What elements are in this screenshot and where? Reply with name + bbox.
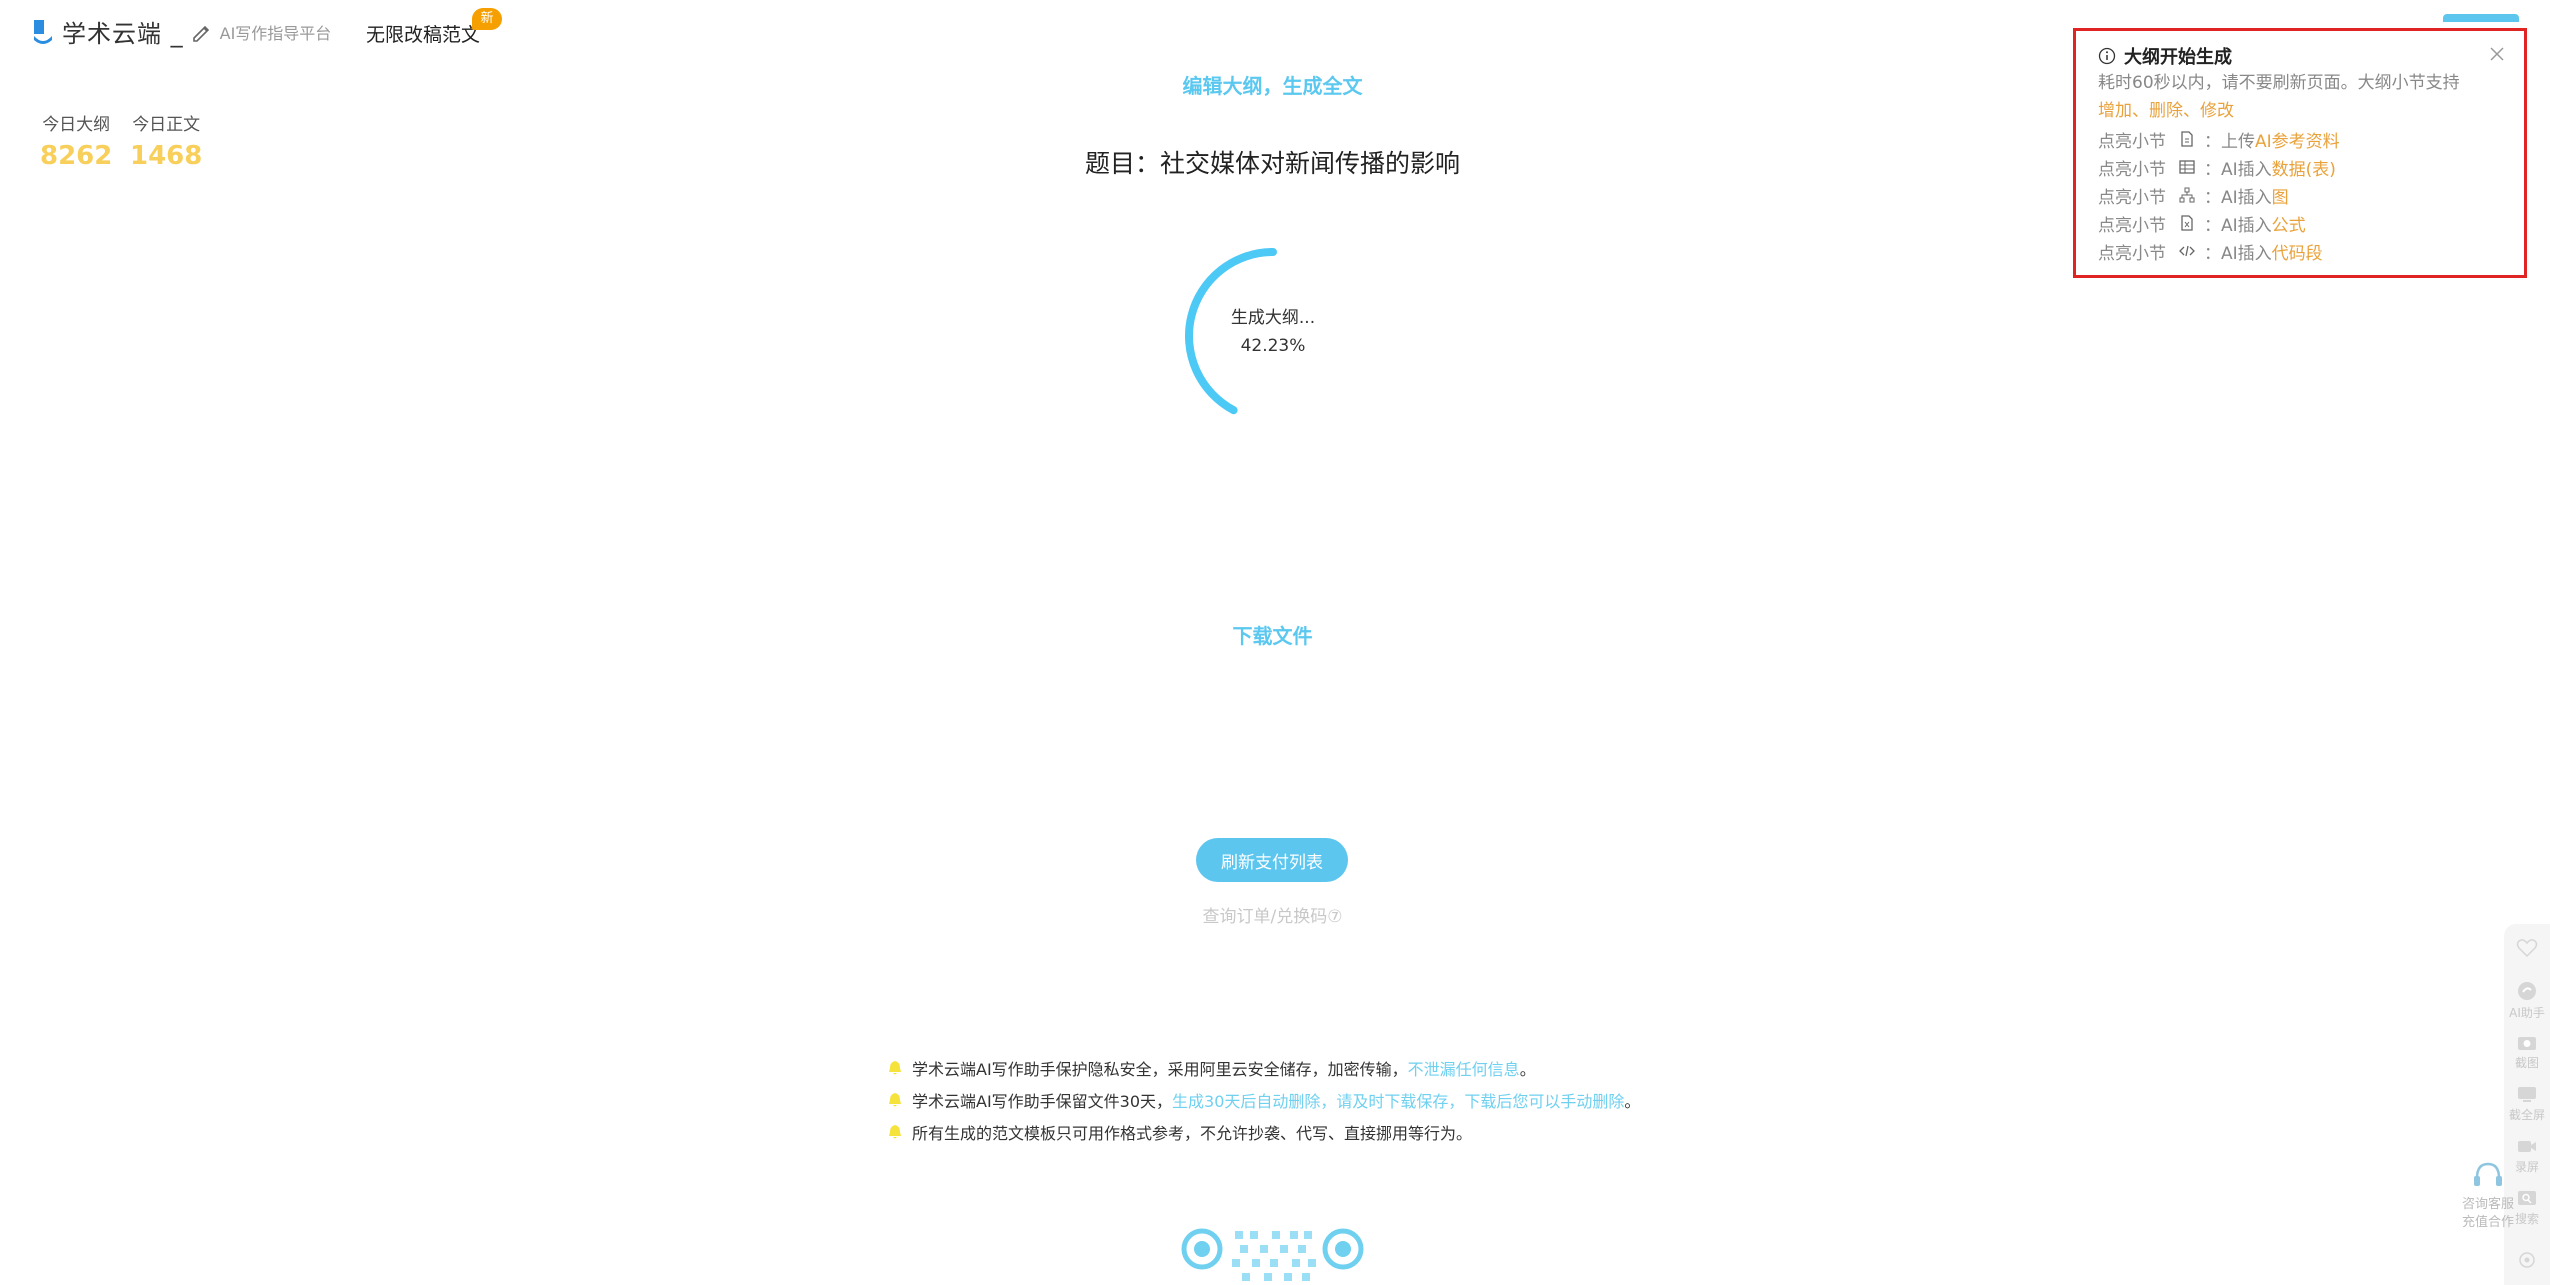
assistant-icon [2518,982,2536,1000]
support-line2: 充值合作 [2461,1215,2514,1230]
notice-highlight: 生成30天后自动删除，请及时下载保存，下载后您可以手动删除 [1172,1092,1625,1111]
sidebar-label: 截图 [2514,1056,2539,1070]
progress-percent: 42.23% [1240,336,1306,356]
bell-icon [889,1093,901,1107]
diagram-icon [2179,187,2195,203]
feature-action: ：上传 [2204,131,2255,152]
notice-text: 学术云端AI写作助手保护隐私安全，采用阿里云安全储存，加密传输， [912,1060,1408,1079]
notification-actions: 增加、删除、修改 [2098,101,2234,121]
table-icon [2179,160,2195,174]
support-line1: 咨询客服 [2461,1197,2514,1212]
video-icon [2518,1141,2536,1152]
feature-action: ：AI插入 [2204,187,2272,208]
notice-tail: 。 [1519,1060,1536,1079]
notice-item: 学术云端AI写作助手保护隐私安全，采用阿里云安全储存，加密传输， 不泄漏任何信息。 [888,1052,1640,1084]
feature-prefix: 点亮小节 [2098,131,2166,152]
notification-line2: 增加、删除、修改 [2098,97,2502,125]
stat-body-label: 今日正文 [132,115,201,135]
query-order-link[interactable]: 查询订单/兑换码⑦ [0,902,2545,927]
heart-icon [2516,939,2538,958]
logo-icon [34,19,52,44]
feature-highlight: 数据(表) [2271,159,2336,180]
feature-action: ：AI插入 [2204,215,2272,236]
settings-icon [2519,1252,2535,1268]
feature-prefix: 点亮小节 [2098,243,2166,264]
download-file-link[interactable]: 下载文件 [0,620,2545,649]
sidebar-label: AI助手 [2509,1006,2545,1020]
feature-highlight: 公式 [2271,215,2306,236]
progress-label: 生成大纲... [1230,308,1316,328]
notice-text: 所有生成的范文模板只可用作格式参考，不允许抄袭、代写、直接挪用等行为。 [912,1124,1473,1143]
feature-table: 点亮小节 ：AI插入 数据(表) [2098,153,2502,181]
close-icon[interactable] [2488,45,2506,63]
file-icon [2181,131,2193,147]
notice-tail: 。 [1624,1092,1641,1111]
notification-title: 大纲开始生成 [2124,47,2232,68]
qr-code-icon [1181,1228,1364,1281]
camera-icon [2518,1037,2536,1050]
monitor-icon [2518,1087,2536,1102]
progress-ring: 生成大纲... 42.23% [1173,246,1373,426]
progress-text: 生成大纲... 42.23% [1173,304,1373,360]
nav-unlimited-revision[interactable]: 无限改稿范文 [366,20,480,47]
feature-highlight: AI参考资料 [2255,131,2340,152]
feature-action: ：AI插入 [2204,159,2272,180]
formula-icon [2181,215,2193,231]
customer-support[interactable]: 咨询客服 充值合作 [2452,1160,2524,1232]
new-badge: 新 [472,8,502,30]
refresh-payment-button[interactable]: 刷新支付列表 [1196,838,1348,882]
feature-formula: 点亮小节 ：AI插入 公式 [2098,209,2502,237]
top-right-button[interactable] [2443,14,2519,22]
feature-upload: 点亮小节 ：上传 AI参考资料 [2098,125,2502,153]
feature-code: 点亮小节 ：AI插入 代码段 [2098,237,2502,265]
feature-highlight: 图 [2271,187,2289,208]
sidebar-label: 截全屏 [2508,1108,2545,1122]
notice-list: 学术云端AI写作助手保护隐私安全，采用阿里云安全储存，加密传输， 不泄漏任何信息。… [888,1052,1640,1148]
notification-header: 大纲开始生成 [2098,43,2502,69]
feature-prefix: 点亮小节 [2098,215,2166,236]
feature-action: ：AI插入 [2204,243,2272,264]
brand-title: 学术云端 _ [62,20,184,48]
notice-text: 学术云端AI写作助手保留文件30天， [912,1092,1173,1111]
bell-icon [889,1125,901,1139]
notice-item: 所有生成的范文模板只可用作格式参考，不允许抄袭、代写、直接挪用等行为。 [888,1116,1640,1148]
fullscreen-capture-button[interactable]: 截全屏 [2504,1084,2550,1123]
feature-prefix: 点亮小节 [2098,187,2166,208]
ai-assistant-button[interactable]: AI助手 [2504,980,2550,1021]
outline-notification: 大纲开始生成 耗时60秒以内，请不要刷新页面。大纲小节支持 增加、删除、修改 点… [2073,28,2527,278]
favorite-button[interactable] [2504,938,2550,960]
feature-diagram: 点亮小节 ：AI插入图 [2098,181,2502,209]
bell-icon [889,1061,901,1075]
pencil-icon[interactable] [190,21,212,43]
screenshot-button[interactable]: 截图 [2504,1032,2550,1071]
code-icon [2179,245,2195,257]
headset-icon [2474,1162,2502,1186]
feature-highlight: 代码段 [2271,243,2323,264]
settings-button[interactable] [2504,1250,2550,1272]
feature-prefix: 点亮小节 [2098,159,2166,180]
logo[interactable]: 学术云端 _ AI写作指导平台 [32,14,331,49]
stat-outline-label: 今日大纲 [42,115,111,135]
info-icon [2098,47,2116,65]
notice-item: 学术云端AI写作助手保留文件30天， 生成30天后自动删除，请及时下载保存，下载后… [888,1084,1640,1116]
notice-highlight: 不泄漏任何信息 [1407,1060,1520,1079]
notification-line1: 耗时60秒以内，请不要刷新页面。大纲小节支持 [2098,73,2460,93]
brand-subtitle: AI写作指导平台 [219,23,332,43]
